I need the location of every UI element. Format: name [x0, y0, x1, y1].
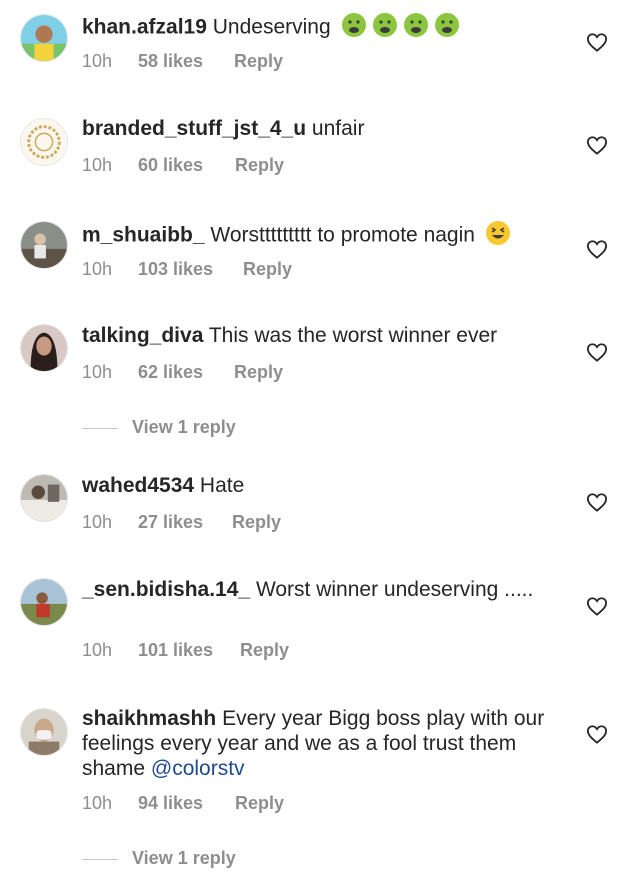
likes-count[interactable]: 94 likes	[138, 793, 203, 814]
likes-count[interactable]: 103 likes	[138, 259, 213, 280]
comment-body: Hate	[199, 474, 245, 497]
reply-button[interactable]: Reply	[243, 259, 292, 280]
comment-text: wahed4534 Hate	[82, 473, 552, 498]
view-replies-label: View 1 reply	[132, 417, 236, 437]
comment-text: shaikhmashh Every year Bigg boss play wi…	[82, 706, 552, 781]
likes-count[interactable]: 58 likes	[138, 51, 203, 72]
username[interactable]: khan.afzal19	[82, 16, 207, 39]
heart-icon[interactable]	[586, 724, 608, 744]
avatar[interactable]	[20, 324, 68, 372]
avatar[interactable]	[20, 708, 68, 756]
divider	[82, 859, 118, 860]
reply-button[interactable]: Reply	[235, 793, 284, 814]
username[interactable]: branded_stuff_jst_4_u	[82, 117, 306, 140]
divider	[82, 428, 118, 429]
username[interactable]: talking_diva	[82, 324, 203, 347]
comment-text: _sen.bidisha.14_ Worst winner undeservin…	[82, 577, 552, 602]
likes-count[interactable]: 101 likes	[138, 640, 213, 661]
avatar[interactable]	[20, 578, 68, 626]
view-replies-button[interactable]: View 1 reply	[82, 417, 282, 441]
mention-link[interactable]: @colorstv	[151, 757, 245, 780]
avatar[interactable]	[20, 14, 68, 62]
reply-button[interactable]: Reply	[234, 51, 283, 72]
avatar[interactable]	[20, 474, 68, 522]
likes-count[interactable]: 27 likes	[138, 512, 203, 533]
reply-button[interactable]: Reply	[235, 155, 284, 176]
username[interactable]: shaikhmashh	[82, 707, 216, 730]
heart-icon[interactable]	[586, 135, 608, 155]
likes-count[interactable]: 60 likes	[138, 155, 203, 176]
comment-body: unfair	[311, 117, 365, 140]
username[interactable]: _sen.bidisha.14_	[82, 578, 250, 601]
comment-text: branded_stuff_jst_4_u unfair	[82, 116, 552, 141]
heart-icon[interactable]	[586, 596, 608, 616]
heart-icon[interactable]	[586, 32, 608, 52]
heart-icon[interactable]	[586, 342, 608, 362]
heart-icon[interactable]	[586, 492, 608, 512]
view-replies-label: View 1 reply	[132, 848, 236, 868]
grinning-squinting-face-icon	[485, 220, 511, 252]
likes-count[interactable]: 62 likes	[138, 362, 203, 383]
timestamp: 10h	[82, 155, 113, 175]
reply-button[interactable]: Reply	[240, 640, 289, 661]
view-replies-button[interactable]: View 1 reply	[82, 848, 282, 872]
comment-body: This was the worst winner ever	[208, 324, 498, 347]
avatar[interactable]	[20, 118, 68, 166]
comment-text: talking_diva This was the worst winner e…	[82, 323, 552, 348]
avatar[interactable]	[20, 221, 68, 269]
timestamp: 10h	[82, 640, 113, 660]
heart-icon[interactable]	[586, 239, 608, 259]
comment-body: Worsttttttttt to promote nagin	[210, 223, 475, 247]
timestamp: 10h	[82, 793, 113, 813]
comment-text: khan.afzal19 Undeserving	[82, 12, 552, 44]
timestamp: 10h	[82, 512, 113, 532]
timestamp: 10h	[82, 51, 113, 71]
comment-body: Worst winner undeserving .....	[255, 578, 534, 601]
comment-text: m_shuaibb_ Worsttttttttt to promote nagi…	[82, 220, 552, 252]
username[interactable]: m_shuaibb_	[82, 224, 205, 247]
reply-button[interactable]: Reply	[232, 512, 281, 533]
timestamp: 10h	[82, 259, 113, 279]
timestamp: 10h	[82, 362, 113, 382]
username[interactable]: wahed4534	[82, 474, 194, 497]
reply-button[interactable]: Reply	[234, 362, 283, 383]
nauseated-face-icon	[341, 12, 461, 44]
comment-body: Undeserving	[212, 15, 331, 39]
